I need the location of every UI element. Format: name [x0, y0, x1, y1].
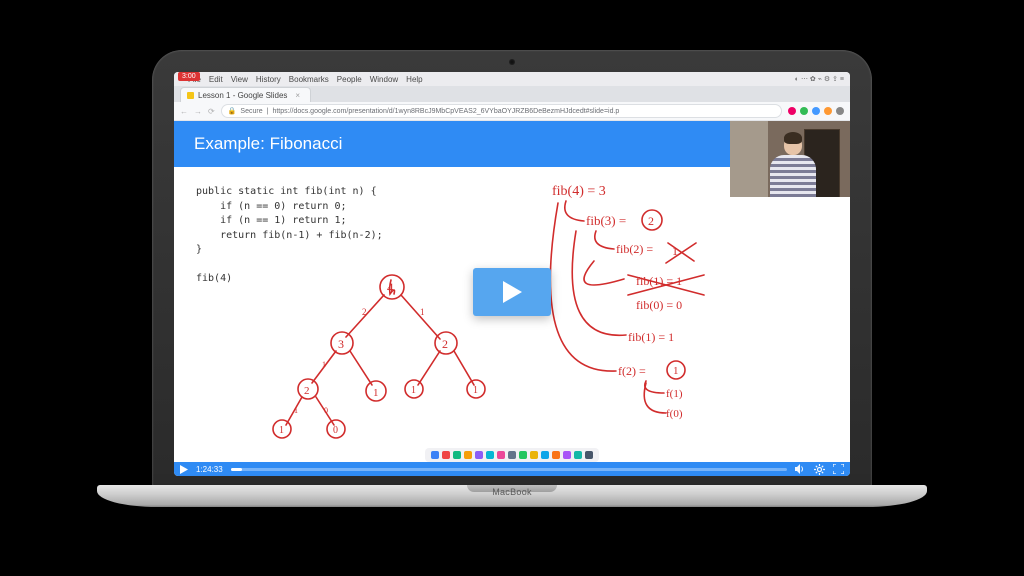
- nav-reload-icon[interactable]: ⟳: [208, 107, 215, 116]
- dock-app-icon[interactable]: [552, 451, 560, 459]
- dock-app-icon[interactable]: [497, 451, 505, 459]
- screen-record-badge: 3:00: [178, 72, 200, 81]
- browser-tab-strip: Lesson 1 - Google Slides ×: [174, 86, 850, 102]
- menu-bookmarks[interactable]: Bookmarks: [289, 75, 329, 84]
- slide-viewport: Example: Fibonacci public static int fib…: [174, 121, 850, 462]
- ext-icon[interactable]: [812, 107, 820, 115]
- play-icon: [501, 280, 523, 304]
- browser-window: Lesson 1 - Google Slides × ← → ⟳ 🔒 Secur…: [174, 86, 850, 462]
- video-timestamp: 1:24:33: [196, 465, 223, 474]
- device-brand: MacBook: [97, 487, 927, 497]
- dock-app-icon[interactable]: [563, 451, 571, 459]
- settings-icon[interactable]: [814, 464, 825, 475]
- nav-forward-icon[interactable]: →: [194, 107, 202, 116]
- ext-icon[interactable]: [800, 107, 808, 115]
- dock-app-icon[interactable]: [508, 451, 516, 459]
- address-bar[interactable]: 🔒 Secure | https://docs.google.com/prese…: [221, 104, 782, 118]
- menu-window[interactable]: Window: [370, 75, 398, 84]
- lock-icon: 🔒: [228, 107, 237, 115]
- menubar-status-icons[interactable]: ◐ ⋯ ✿ ⌁ ⚙ ⇪ ≡: [795, 75, 844, 83]
- laptop-base: MacBook: [97, 485, 927, 507]
- dock-app-icon[interactable]: [486, 451, 494, 459]
- video-progress-fill: [231, 468, 242, 471]
- ext-icon[interactable]: [788, 107, 796, 115]
- webcam-dot: [509, 59, 515, 65]
- browser-tab-active[interactable]: Lesson 1 - Google Slides ×: [180, 87, 311, 102]
- browser-toolbar: ← → ⟳ 🔒 Secure | https://docs.google.com…: [174, 102, 850, 121]
- laptop-mockup: 3:00 File Edit View History Bookmarks Pe…: [152, 50, 872, 520]
- tab-close-icon[interactable]: ×: [295, 91, 300, 100]
- url-text: https://docs.google.com/presentation/d/1…: [272, 108, 619, 115]
- dock-app-icon[interactable]: [453, 451, 461, 459]
- menu-history[interactable]: History: [256, 75, 281, 84]
- extension-icons[interactable]: [788, 107, 844, 115]
- nav-back-icon[interactable]: ←: [180, 107, 188, 116]
- menu-help[interactable]: Help: [406, 75, 422, 84]
- dock-app-icon[interactable]: [431, 451, 439, 459]
- ext-icon[interactable]: [836, 107, 844, 115]
- mac-menubar: 3:00 File Edit View History Bookmarks Pe…: [174, 72, 850, 86]
- video-control-bar: 1:24:33: [174, 462, 850, 476]
- menu-edit[interactable]: Edit: [209, 75, 223, 84]
- secure-label: Secure: [240, 108, 262, 115]
- dock-app-icon[interactable]: [541, 451, 549, 459]
- tab-favicon-icon: [187, 92, 194, 99]
- presenter-webcam: [730, 121, 850, 197]
- dock-app-icon[interactable]: [442, 451, 450, 459]
- tab-title: Lesson 1 - Google Slides: [198, 91, 287, 100]
- ext-icon[interactable]: [824, 107, 832, 115]
- laptop-shadow: [127, 507, 897, 521]
- dock-app-icon[interactable]: [464, 451, 472, 459]
- volume-icon[interactable]: [795, 464, 806, 474]
- dock-app-icon[interactable]: [530, 451, 538, 459]
- dock-app-icon[interactable]: [574, 451, 582, 459]
- dock-app-icon[interactable]: [585, 451, 593, 459]
- slide-title: Example: Fibonacci: [194, 134, 342, 154]
- dock-app-icon[interactable]: [519, 451, 527, 459]
- laptop-lid: 3:00 File Edit View History Bookmarks Pe…: [152, 50, 872, 496]
- menu-view[interactable]: View: [231, 75, 248, 84]
- presenter-person: [764, 135, 820, 197]
- video-play-button[interactable]: [473, 268, 551, 316]
- mac-dock[interactable]: [174, 448, 850, 462]
- video-progress-bar[interactable]: [231, 468, 787, 471]
- fullscreen-icon[interactable]: [833, 464, 844, 474]
- menu-people[interactable]: People: [337, 75, 362, 84]
- dock-app-icon[interactable]: [475, 451, 483, 459]
- laptop-screen: 3:00 File Edit View History Bookmarks Pe…: [174, 72, 850, 476]
- play-pause-button[interactable]: [180, 465, 188, 474]
